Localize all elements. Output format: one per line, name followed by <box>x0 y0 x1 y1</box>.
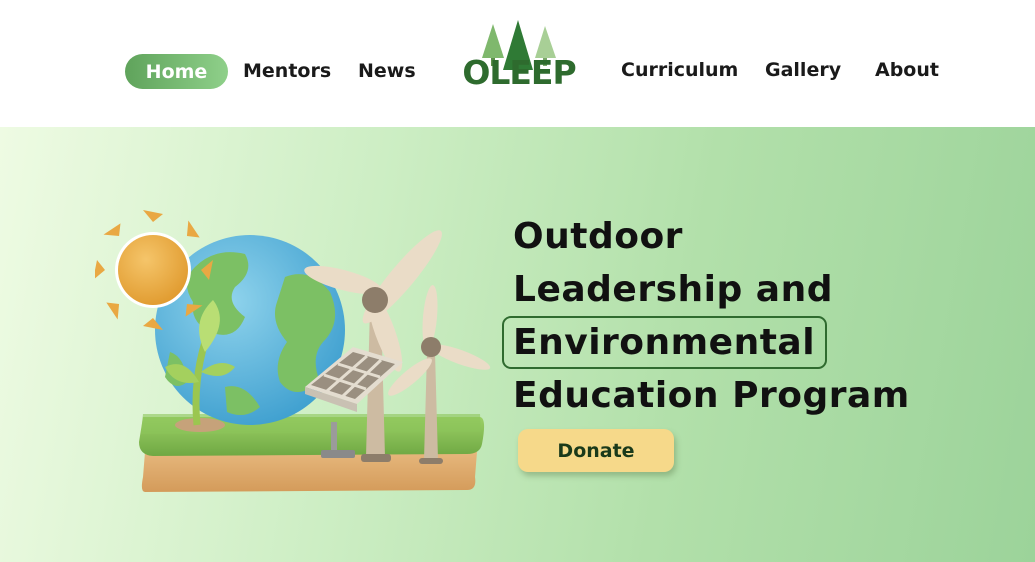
donate-button[interactable]: Donate <box>518 429 674 472</box>
eco-illustration <box>95 210 491 492</box>
headline-line-2: Leadership and <box>513 269 833 310</box>
hero-section: Outdoor Leadership and Environmental Edu… <box>0 127 1035 562</box>
nav-gallery-link[interactable]: Gallery <box>765 61 841 80</box>
logo-text: OLEEP <box>462 53 576 92</box>
nav-curriculum-link[interactable]: Curriculum <box>621 61 738 80</box>
headline-line-1: Outdoor <box>513 216 683 257</box>
donate-label: Donate <box>557 439 635 462</box>
nav-news-link[interactable]: News <box>358 62 416 81</box>
top-navigation: Home Mentors News OLEEP Curriculum Galle… <box>0 0 1035 127</box>
nav-home-label: Home <box>145 60 208 83</box>
hero-headline: Outdoor Leadership and Environmental Edu… <box>502 210 993 422</box>
nav-about-link[interactable]: About <box>875 61 939 80</box>
headline-line-4: Education Program <box>513 375 910 416</box>
nav-home-button[interactable]: Home <box>125 54 228 89</box>
headline-highlight: Environmental <box>502 316 828 369</box>
nav-mentors-link[interactable]: Mentors <box>243 62 331 81</box>
oleep-logo[interactable]: OLEEP <box>460 18 578 106</box>
